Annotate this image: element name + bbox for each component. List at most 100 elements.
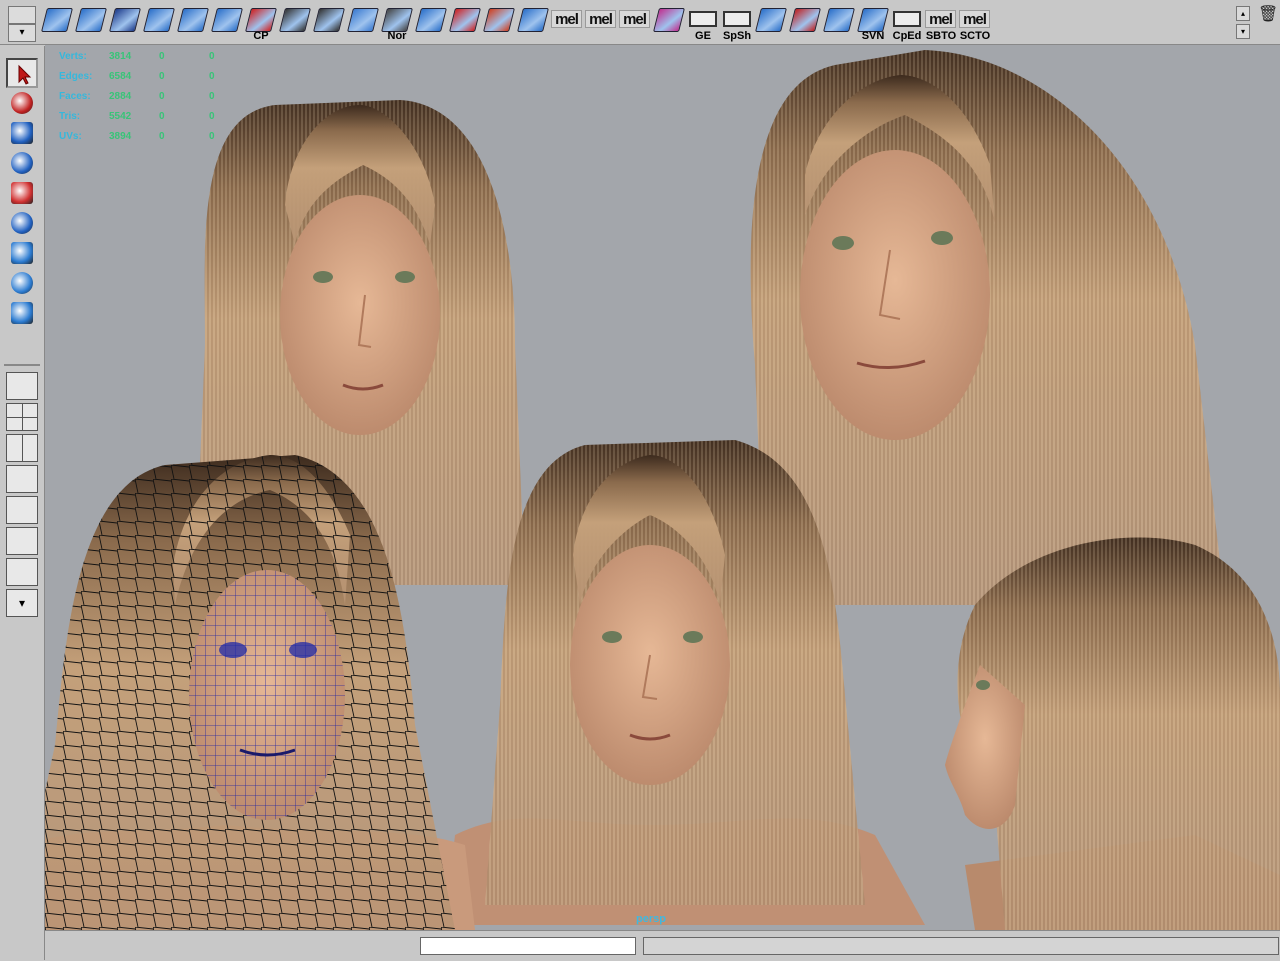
shelf-button-poly-extrude-icon[interactable] — [142, 4, 176, 42]
select-tool-button[interactable] — [6, 58, 38, 88]
shelf-button-sphere-circle-icon[interactable] — [108, 4, 142, 42]
checker2-icon — [313, 8, 345, 32]
hud-value-selected: 0 — [159, 71, 165, 82]
hud-label: Tris: — [59, 111, 81, 122]
paint-select-tool-button[interactable] — [6, 118, 38, 148]
hud-label: Verts: — [59, 51, 87, 62]
cylinder-icon — [347, 8, 379, 32]
shelf-button-label: SpSh — [722, 30, 752, 42]
shelf-button-poly-plane2-icon[interactable] — [74, 4, 108, 42]
show-manip-tool-button[interactable] — [6, 298, 38, 328]
shelf-button-label: CpEd — [892, 30, 922, 42]
lasso-tool-icon — [11, 92, 33, 114]
shelf-button-graph-editor-icon[interactable]: GE — [686, 4, 720, 42]
universal-manip-tool-icon — [11, 242, 33, 264]
shelf-button-cylinder-icon[interactable] — [346, 4, 380, 42]
shelf-button-poly-bevel-icon[interactable] — [176, 4, 210, 42]
shelf-scroll-up-button[interactable]: ▴ — [1236, 6, 1250, 21]
shelf-button-hypershade-icon[interactable] — [754, 4, 788, 42]
poly-plane-icon — [41, 8, 73, 32]
shelf-button-label: CP — [253, 30, 269, 42]
layout-two-pane-button[interactable] — [6, 434, 38, 462]
shelf-button-poly-split-icon[interactable] — [210, 4, 244, 42]
toolbox: ▾ — [0, 46, 45, 960]
layout-graph-pane-button[interactable] — [6, 527, 38, 555]
hud-value-other: 0 — [209, 131, 215, 142]
shelf-button-target-icon[interactable] — [482, 4, 516, 42]
shelf-button-checker2-icon[interactable] — [312, 4, 346, 42]
shelf-button-mel-script-3[interactable]: mel — [618, 4, 652, 42]
mel-icon: mel — [619, 10, 650, 28]
hud-value-total: 3814 — [109, 51, 132, 62]
scale-tool-button[interactable] — [6, 208, 38, 238]
mel-icon: mel — [551, 10, 582, 28]
shelf-menu-button[interactable]: ▾ — [8, 24, 36, 42]
shelf-button-component-editor-icon[interactable]: CpEd — [890, 4, 924, 42]
shelf-button-mel-script-1[interactable]: mel — [550, 4, 584, 42]
hud-row: Verts: 3814 0 0 — [59, 51, 259, 71]
hud-value-total: 5542 — [109, 111, 132, 122]
mel-icon: mel — [959, 10, 990, 28]
shelf-button-spreadsheet-icon[interactable]: SpSh — [720, 4, 754, 42]
shelf-button-face-normal-icon[interactable] — [414, 4, 448, 42]
checker-icon — [279, 8, 311, 32]
hud-row: Tris: 5542 0 0 — [59, 111, 259, 131]
face-normal-icon — [415, 8, 447, 32]
shelf-icons: CP Nor mel mel mel GE SpSh SVN CpEd mel SBTO mel SCT… — [40, 4, 992, 42]
hud-value-total: 3894 — [109, 131, 132, 142]
shelf-button-normal-icon[interactable]: Nor — [380, 4, 414, 42]
uv-editor-icon — [653, 8, 685, 32]
shelf-button-lattice-icon[interactable] — [822, 4, 856, 42]
layout-hypershade-pane-button[interactable] — [6, 496, 38, 524]
shelf-button-merge-icon[interactable] — [516, 4, 550, 42]
hud-value-total: 6584 — [109, 71, 132, 82]
poly-count-hud: Verts: 3814 0 0 Edges: 6584 0 0 Faces: 2884 0 0 Tris… — [59, 51, 259, 151]
shelf-button-mel-scto[interactable]: mel SCTO — [958, 4, 992, 42]
show-manip-tool-icon — [11, 302, 33, 324]
soft-mod-tool-button[interactable] — [6, 268, 38, 298]
shelf-button-label: SBTO — [925, 30, 957, 42]
shelf-button-poly-plane-icon[interactable] — [40, 4, 74, 42]
mel-icon: mel — [925, 10, 956, 28]
hud-value-selected: 0 — [159, 91, 165, 102]
merge-icon — [517, 8, 549, 32]
layout-single-perspective-button[interactable] — [6, 372, 38, 400]
layout-outliner-pane-button[interactable] — [6, 465, 38, 493]
shelf-button-arrow-cp-icon[interactable]: CP — [244, 4, 278, 42]
shelf-button-mel-script-2[interactable]: mel — [584, 4, 618, 42]
hud-value-other: 0 — [209, 71, 215, 82]
lasso-tool-button[interactable] — [6, 88, 38, 118]
normal-icon — [381, 8, 413, 32]
shelf-button-pivot-icon[interactable] — [448, 4, 482, 42]
layout-four-view-button[interactable] — [6, 403, 38, 431]
shelf-scroll-down-button[interactable]: ▾ — [1236, 24, 1250, 39]
perspective-viewport[interactable]: Verts: 3814 0 0 Edges: 6584 0 0 Faces: 2884 0 0 Tris… — [45, 45, 1280, 930]
layout-layout-menu-button[interactable]: ▾ — [6, 589, 38, 617]
pivot-icon — [449, 8, 481, 32]
trash-icon[interactable]: 🗑 — [1258, 4, 1278, 23]
hud-value-other: 0 — [209, 51, 215, 62]
command-line-input[interactable] — [420, 937, 636, 955]
shelf-button-label: SVN — [861, 30, 885, 42]
toolbox-divider — [4, 364, 40, 366]
shelf-button-svn-icon[interactable]: SVN — [856, 4, 890, 42]
rotate-tool-button[interactable] — [6, 178, 38, 208]
hud-label: Edges: — [59, 71, 93, 82]
shelf-button-uv-editor-icon[interactable] — [652, 4, 686, 42]
head-render-profile — [945, 537, 1280, 930]
command-feedback-field — [643, 937, 1279, 955]
soft-mod-tool-icon — [11, 272, 33, 294]
target-icon — [483, 8, 515, 32]
poly-split-icon — [211, 8, 243, 32]
universal-manip-tool-button[interactable] — [6, 238, 38, 268]
hud-row: UVs: 3894 0 0 — [59, 131, 259, 151]
move-tool-button[interactable] — [6, 148, 38, 178]
shelf-button-render-icon[interactable] — [788, 4, 822, 42]
select-tool-icon — [13, 64, 35, 86]
layout-persp-outliner-button[interactable] — [6, 558, 38, 586]
shelf-button-checker-icon[interactable] — [278, 4, 312, 42]
lattice-icon — [823, 8, 855, 32]
shelf-tab-button[interactable] — [8, 6, 36, 24]
spreadsheet-icon — [723, 11, 751, 27]
shelf-button-mel-sbto[interactable]: mel SBTO — [924, 4, 958, 42]
